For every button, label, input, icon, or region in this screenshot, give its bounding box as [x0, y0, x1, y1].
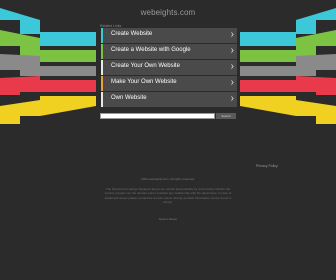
chevron-right-icon: ›: [230, 93, 234, 104]
link-label: Create a Website with Google: [111, 47, 191, 53]
ribbon-left-yellow: [0, 96, 96, 124]
link-label: Create Website: [111, 31, 153, 37]
related-link-make-your-own-website[interactable]: Make Your Own Website ›: [101, 76, 237, 91]
related-link-own-website[interactable]: Own Website ›: [101, 92, 237, 107]
search-input[interactable]: [100, 113, 215, 119]
report-abuse-link[interactable]: Report Abuse: [0, 217, 336, 221]
site-domain-title: webeights.com: [140, 8, 196, 17]
disclaimer-text: The Sponsored Listings displayed above a…: [104, 187, 232, 204]
chevron-right-icon: ›: [230, 61, 234, 72]
search-button[interactable]: Search: [216, 113, 236, 119]
link-label: Create Your Own Website: [111, 63, 180, 69]
related-link-create-website[interactable]: Create Website ›: [101, 28, 237, 43]
chevron-right-icon: ›: [230, 45, 234, 56]
related-link-create-website-google[interactable]: Create a Website with Google ›: [101, 44, 237, 59]
link-label: Own Website: [111, 95, 147, 101]
related-link-create-your-own-website[interactable]: Create Your Own Website ›: [101, 60, 237, 75]
chevron-right-icon: ›: [230, 77, 234, 88]
copyright-text: 2024 webeights.com. All rights reserved.: [141, 177, 195, 181]
ribbon-right-red: [240, 76, 336, 95]
related-links-list: Create Website › Create a Website with G…: [101, 28, 237, 108]
privacy-policy-link[interactable]: Privacy Policy: [256, 164, 278, 168]
link-label: Make Your Own Website: [111, 79, 177, 85]
chevron-right-icon: ›: [230, 29, 234, 40]
ribbon-left-red: [0, 76, 96, 95]
ribbon-right-yellow: [240, 96, 336, 124]
